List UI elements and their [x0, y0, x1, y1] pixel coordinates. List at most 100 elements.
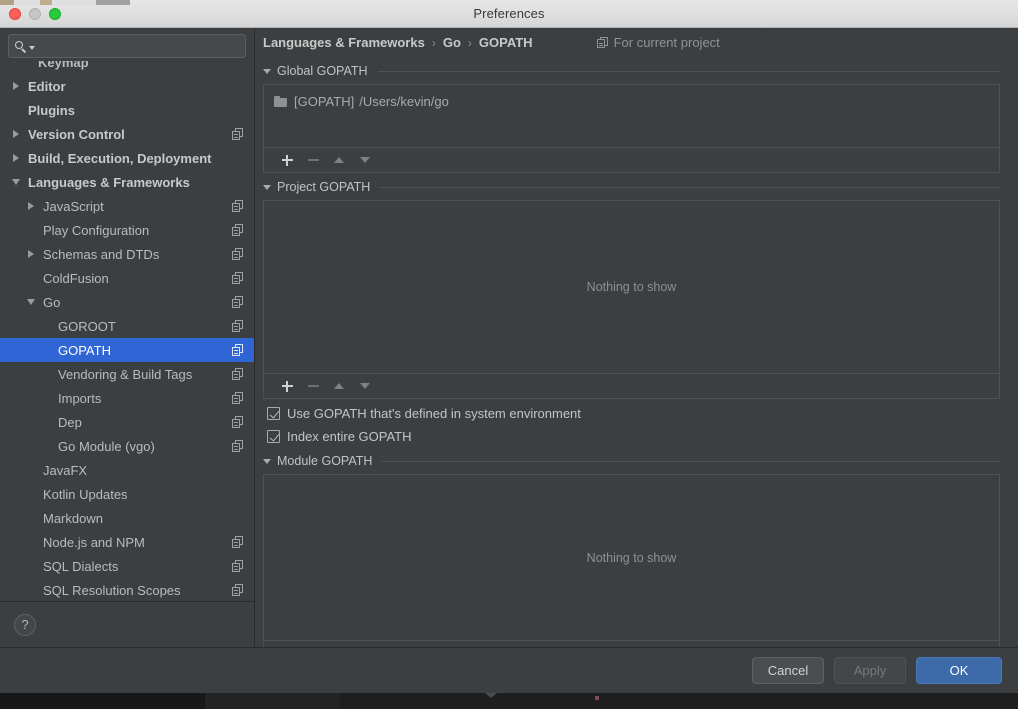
section-rule	[380, 186, 1000, 188]
project-scope-label: For current project	[613, 35, 720, 50]
sidebar-item-markdown[interactable]: Markdown	[0, 506, 254, 530]
sidebar-item-coldfusion[interactable]: ColdFusion	[0, 266, 254, 290]
sidebar-item-kotlin-updates[interactable]: Kotlin Updates	[0, 482, 254, 506]
checkbox-input[interactable]	[267, 407, 280, 420]
gopath-entry-path: /Users/kevin/go	[359, 93, 449, 109]
search-input[interactable]	[38, 39, 239, 53]
sidebar-item-sql-dialects[interactable]: SQL Dialects	[0, 554, 254, 578]
list-panel-0: [GOPATH]/Users/kevin/go	[263, 84, 1000, 173]
breadcrumb-part-1[interactable]: Go	[443, 35, 461, 50]
checkbox-row[interactable]: Index entire GOPATH	[263, 426, 1000, 447]
list-toolbar	[264, 640, 999, 647]
minus-icon	[307, 385, 319, 387]
checkbox-input[interactable]	[267, 430, 280, 443]
list-panel-2: Nothing to show	[263, 474, 1000, 647]
sidebar-item-gopath[interactable]: GOPATH	[0, 338, 254, 362]
section-header-2[interactable]: Module GOPATH	[263, 451, 1000, 471]
settings-detail-panel: Languages & Frameworks › Go › GOPATH For…	[255, 28, 1018, 647]
sidebar-item-javafx[interactable]: JavaFX	[0, 458, 254, 482]
section-header-1[interactable]: Project GOPATH	[263, 177, 1000, 197]
sidebar-item-label: Editor	[28, 78, 66, 94]
sidebar-item-label: Go Module (vgo)	[58, 438, 155, 454]
chevron-down-icon[interactable]	[25, 290, 37, 314]
desktop-background-strip	[0, 693, 1018, 709]
sidebar-item-sql-resolution-scopes[interactable]: SQL Resolution Scopes	[0, 578, 254, 601]
gopath-entry-row[interactable]: [GOPATH]/Users/kevin/go	[264, 90, 999, 112]
chevron-down-icon[interactable]	[263, 185, 271, 190]
chevron-down-icon[interactable]	[263, 69, 271, 74]
help-button[interactable]: ?	[14, 613, 36, 636]
sidebar-item-build-execution-deployment[interactable]: Build, Execution, Deployment	[0, 146, 254, 170]
sidebar-item-label: SQL Dialects	[43, 558, 119, 574]
add-button[interactable]	[274, 149, 300, 171]
arrow-up-icon	[334, 157, 344, 163]
breadcrumb-part-0[interactable]: Languages & Frameworks	[263, 35, 425, 50]
sidebar-item-version-control[interactable]: Version Control	[0, 122, 254, 146]
list-area[interactable]: [GOPATH]/Users/kevin/go	[264, 85, 999, 147]
sidebar-item-keymap-clipped[interactable]: Keymap	[0, 61, 254, 74]
section-header-0[interactable]: Global GOPATH	[263, 61, 1000, 81]
ok-button[interactable]: OK	[916, 657, 1002, 684]
chevron-down-icon[interactable]	[29, 45, 35, 50]
zoom-button[interactable]	[49, 8, 61, 20]
apply-button[interactable]: Apply	[834, 657, 906, 684]
sidebar-item-node-js-and-npm[interactable]: Node.js and NPM	[0, 530, 254, 554]
chevron-right-icon[interactable]	[10, 74, 22, 98]
copy-to-projects-icon	[232, 128, 244, 140]
copy-to-projects-icon	[232, 440, 244, 452]
chevron-down-icon[interactable]	[10, 170, 22, 194]
sidebar-item-label: Node.js and NPM	[43, 534, 145, 550]
chevron-down-icon[interactable]	[263, 459, 271, 464]
sections-host: Global GOPATH [GOPATH]/Users/kevin/go Proj…	[255, 57, 1018, 647]
desktop-dot	[595, 696, 599, 700]
sidebar-item-label: Build, Execution, Deployment	[28, 150, 212, 166]
sidebar-item-plugins[interactable]: Plugins	[0, 98, 254, 122]
sidebar-item-languages-frameworks[interactable]: Languages & Frameworks	[0, 170, 254, 194]
breadcrumb-separator: ›	[467, 35, 472, 50]
copy-to-projects-icon	[232, 224, 244, 236]
checkbox-row[interactable]: Use GOPATH that's defined in system envi…	[263, 403, 1000, 424]
sidebar-item-label: SQL Resolution Scopes	[43, 582, 181, 598]
copy-to-projects-icon	[232, 560, 244, 572]
chevron-right-icon[interactable]	[25, 242, 37, 266]
chevron-right-icon[interactable]	[10, 122, 22, 146]
settings-sidebar: Keymap Editor Plugins Version Control Build…	[0, 28, 255, 647]
sidebar-item-editor[interactable]: Editor	[0, 74, 254, 98]
breadcrumb-part-2: GOPATH	[478, 35, 533, 50]
search-container	[0, 28, 254, 61]
window-titlebar: Preferences	[0, 0, 1018, 28]
sidebar-item-label: JavaScript	[43, 198, 104, 214]
section-title: Global GOPATH	[277, 64, 368, 78]
sidebar-item-dep[interactable]: Dep	[0, 410, 254, 434]
sidebar-item-play-configuration[interactable]: Play Configuration	[0, 218, 254, 242]
project-scope-badge: For current project	[596, 35, 720, 50]
sidebar-item-goroot[interactable]: GOROOT	[0, 314, 254, 338]
sidebar-item-javascript[interactable]: JavaScript	[0, 194, 254, 218]
minimize-button[interactable]	[29, 8, 41, 20]
plus-icon	[281, 154, 293, 166]
copy-to-projects-icon	[232, 296, 244, 308]
sidebar-item-schemas-and-dtds[interactable]: Schemas and DTDs	[0, 242, 254, 266]
list-area[interactable]: Nothing to show	[264, 201, 999, 373]
settings-tree[interactable]: Keymap Editor Plugins Version Control Build…	[0, 61, 254, 601]
cancel-button[interactable]: Cancel	[752, 657, 824, 684]
add-button[interactable]	[274, 375, 300, 397]
list-toolbar	[264, 147, 999, 172]
close-button[interactable]	[9, 8, 21, 20]
search-box[interactable]	[8, 34, 246, 58]
sidebar-item-go-module-vgo[interactable]: Go Module (vgo)	[0, 434, 254, 458]
sidebar-item-vendoring-build-tags[interactable]: Vendoring & Build Tags	[0, 362, 254, 386]
copy-to-projects-icon	[232, 416, 244, 428]
sidebar-item-label: Vendoring & Build Tags	[58, 366, 193, 382]
screen: Preferences Keymap Editor Plugins Versio…	[0, 0, 1018, 709]
sidebar-item-imports[interactable]: Imports	[0, 386, 254, 410]
list-area[interactable]: Nothing to show	[264, 475, 999, 640]
chevron-right-icon[interactable]	[25, 194, 37, 218]
checkbox-label: Use GOPATH that's defined in system envi…	[287, 406, 581, 421]
copy-to-projects-icon	[232, 368, 244, 380]
chevron-right-icon[interactable]	[10, 146, 22, 170]
desktop-segment-mid	[205, 693, 340, 709]
breadcrumb: Languages & Frameworks › Go › GOPATH For…	[255, 28, 1018, 57]
sidebar-item-go[interactable]: Go	[0, 290, 254, 314]
sidebar-item-label: GOROOT	[58, 318, 116, 334]
